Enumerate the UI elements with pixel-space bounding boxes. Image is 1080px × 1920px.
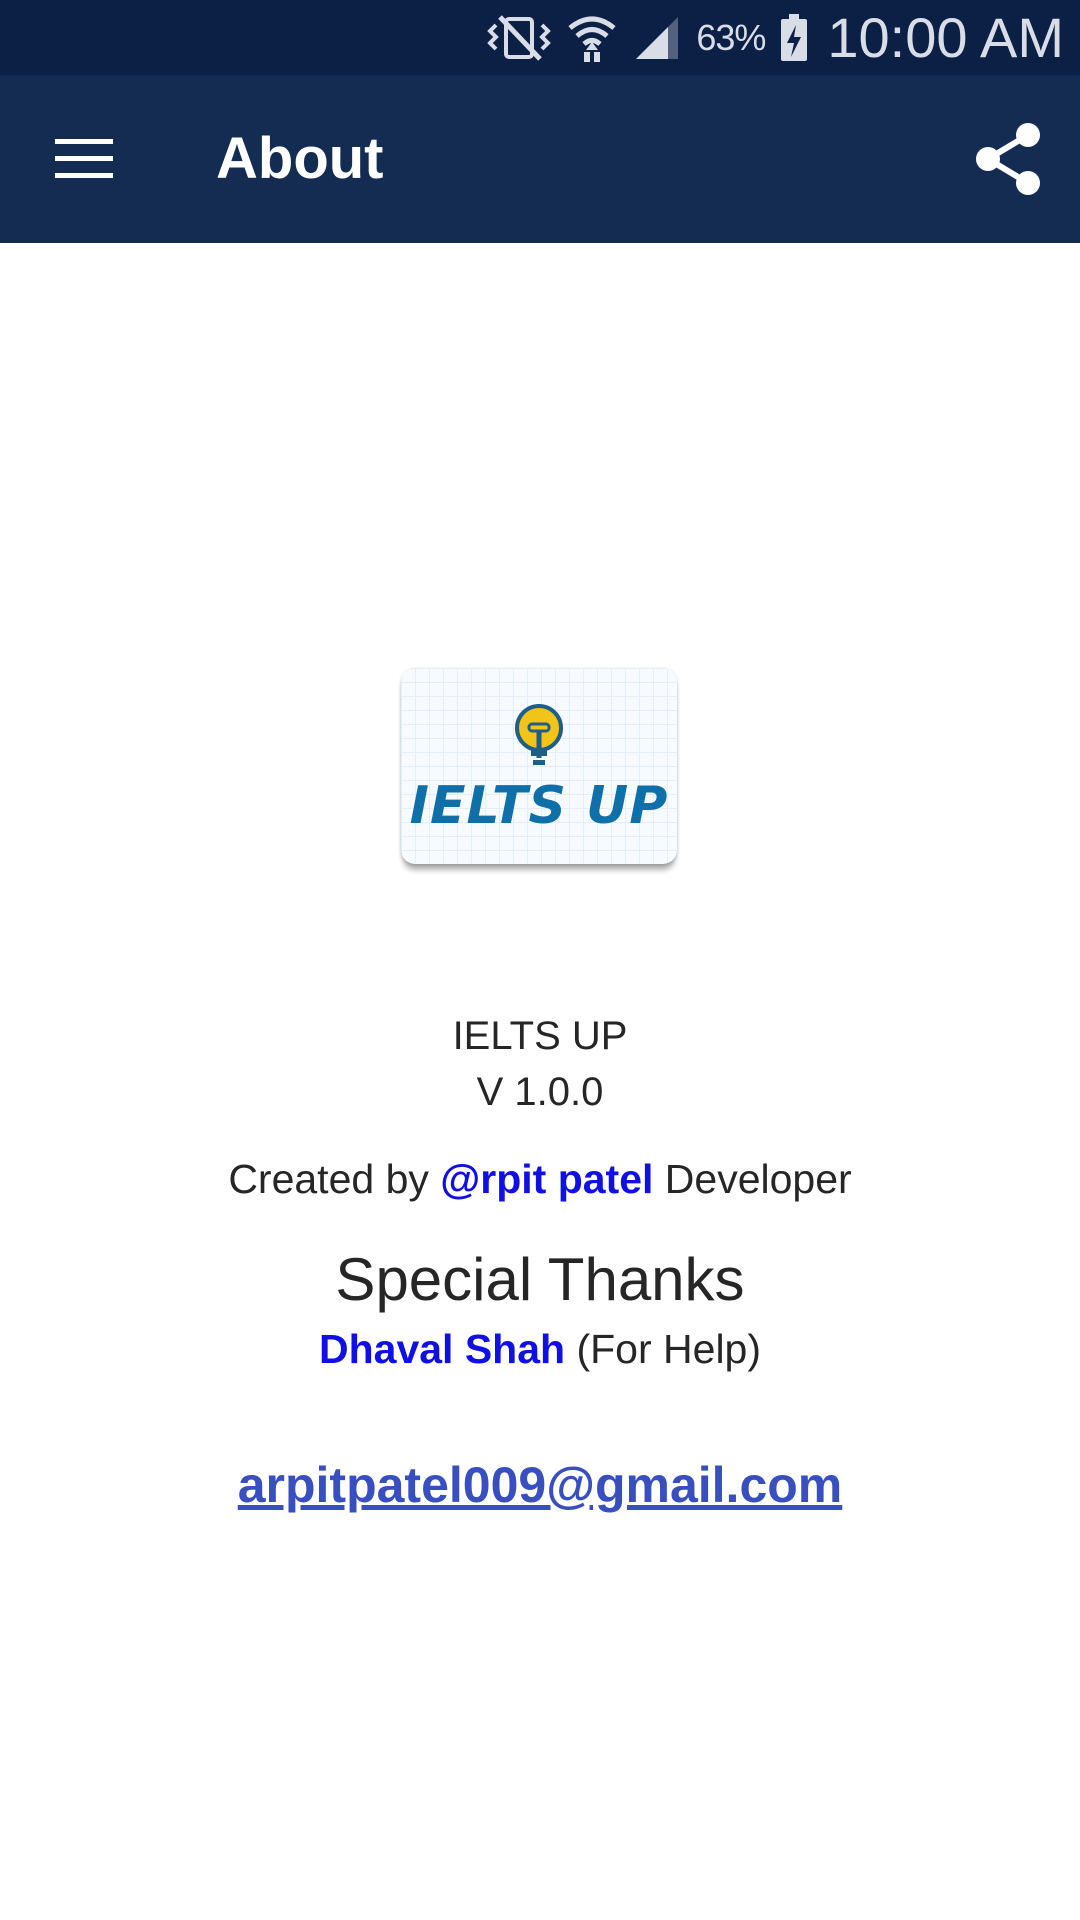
logo-wordmark: IELTS UP: [409, 776, 669, 836]
signal-icon: [632, 13, 682, 63]
created-by-suffix: Developer: [664, 1156, 852, 1202]
app-name: IELTS UP: [452, 1014, 628, 1058]
creator-link[interactable]: @rpit patel: [440, 1156, 653, 1202]
app-version: V 1.0.0: [476, 1070, 604, 1114]
wifi-icon: [566, 12, 618, 64]
battery-charging-icon: [779, 13, 809, 63]
thanks-name-link[interactable]: Dhaval Shah: [319, 1326, 565, 1372]
vibrate-icon: [486, 13, 552, 63]
special-thanks-heading: Special Thanks: [335, 1246, 745, 1313]
hamburger-menu-icon: [55, 139, 113, 178]
created-by-prefix: Created by: [228, 1156, 429, 1202]
thanks-note: (For Help): [576, 1326, 762, 1372]
share-button[interactable]: [960, 111, 1056, 207]
email-link[interactable]: arpitpatel009@gmail.com: [238, 1457, 843, 1513]
app-logo: IELTS UP: [401, 668, 677, 864]
status-bar: 63% 10:00 AM: [0, 0, 1080, 75]
battery-percent: 63%: [696, 16, 766, 58]
created-by-line: Created by @rpit patel Developer: [0, 1150, 1080, 1208]
menu-button[interactable]: [28, 115, 140, 203]
email-line: arpitpatel009@gmail.com: [0, 1450, 1080, 1520]
special-thanks-line: Dhaval Shah (For Help): [0, 1320, 1080, 1378]
lightbulb-icon: [511, 702, 567, 783]
page-title: About: [216, 126, 384, 191]
share-icon: [976, 123, 1040, 195]
app-bar: About: [0, 75, 1080, 243]
status-clock: 10:00 AM: [827, 6, 1064, 69]
